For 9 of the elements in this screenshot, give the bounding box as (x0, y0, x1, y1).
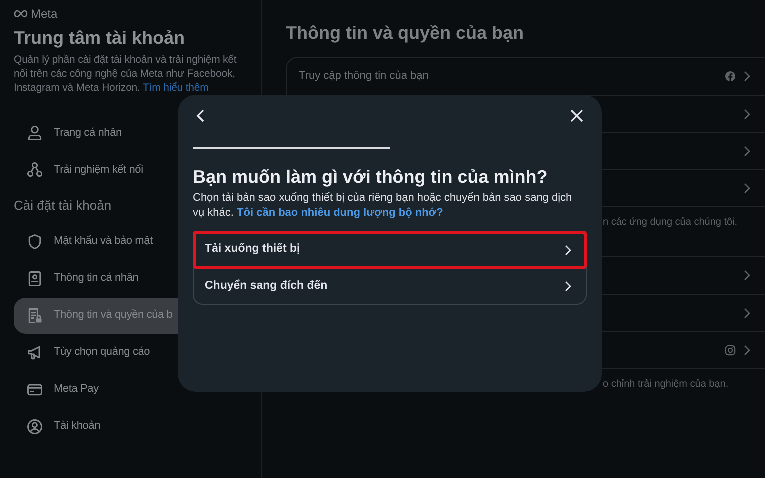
page-title: Thông tin và quyền của bạn (286, 22, 526, 45)
sidebar-title: Trung tâm tài khoản (14, 27, 186, 49)
account-center-description: Quản lý phần cài đặt tài khoản và trải nghiệm kết nối trên các công nghệ của Meta như Facebook, Instagram và Meta Horizon. Tìm hiểu thêm (14, 53, 238, 95)
settings-note: o chỉnh trải nghiệm của bạn. (602, 378, 730, 392)
brand-name: Meta (31, 8, 58, 20)
dialog-title: Bạn muốn làm gì với thông tin của mình? (193, 166, 549, 189)
settings-note: n các ứng dụng của chúng tôi. (602, 216, 739, 230)
section-heading: Cài đặt tài khoản (14, 197, 112, 215)
dialog-description: Chọn tải bản sao xuống thiết bị của riêng bạn hoặc chuyển bản sao sang dịch vụ khác. Tôi cần bao nhiêu dung lượng bộ nhớ? (193, 191, 574, 221)
